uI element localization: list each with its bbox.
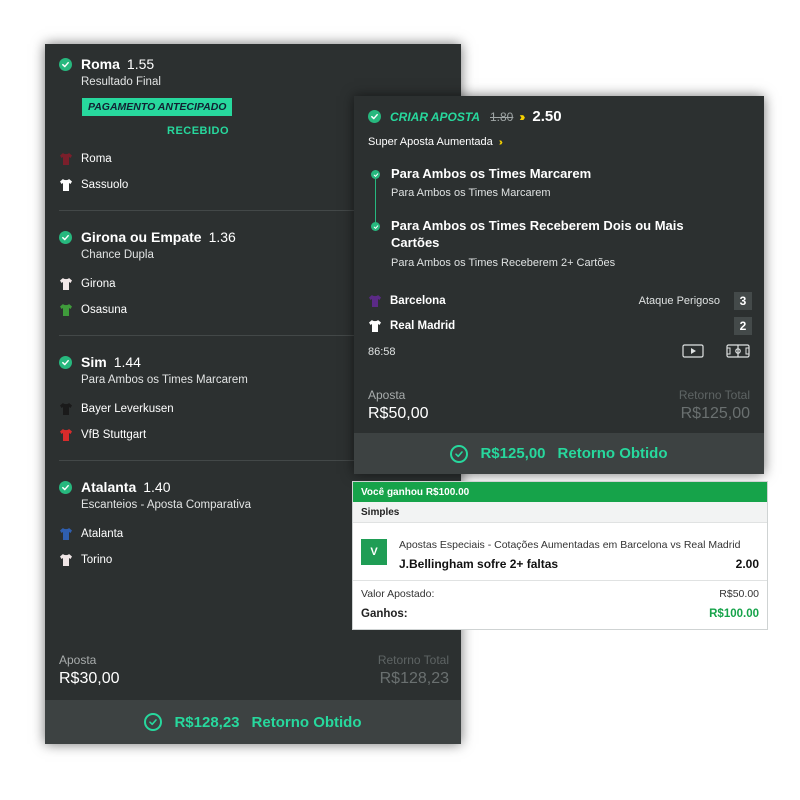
team-row: Sassuolo: [59, 178, 128, 192]
selection-odd: 1.40: [143, 479, 171, 495]
stake-label: Aposta: [59, 653, 97, 667]
check-icon: [368, 110, 381, 123]
shirt-icon: [368, 294, 382, 308]
team-row: Real Madrid: [368, 319, 455, 333]
check-icon: [371, 170, 380, 179]
team-name: Osasuna: [81, 304, 128, 316]
selection-1: Roma 1.55 Resultado Final: [59, 54, 461, 88]
selection-market: Resultado Final: [81, 76, 161, 88]
bet-builder-label: CRIAR APOSTA: [390, 109, 480, 124]
return-obtained-bar: R$128,23 Retorno Obtido: [45, 700, 461, 744]
away-team: Real Madrid: [390, 320, 456, 332]
selection-name: Roma: [81, 56, 120, 72]
check-icon: [59, 355, 72, 369]
leg-title: Para Ambos os Times Receberem Dois ou Ma…: [391, 218, 684, 250]
home-team: Barcelona: [390, 295, 446, 307]
play-video-icon[interactable]: [682, 344, 704, 358]
shirt-icon: [59, 428, 73, 442]
received-label: RECEBIDO: [167, 125, 230, 137]
winnings-row: Ganhos: R$100.00: [361, 608, 759, 620]
team-name: Atalanta: [81, 528, 124, 540]
leg-title: Para Ambos os Times Marcarem: [391, 166, 592, 181]
footer-amount: R$125,00: [480, 445, 546, 462]
selection-name: Girona ou Empate: [81, 229, 202, 245]
check-icon: [371, 222, 380, 231]
stake-label: Aposta: [368, 388, 406, 402]
shirt-icon: [59, 527, 73, 541]
footer-amount: R$128,23: [174, 713, 240, 731]
super-boost-label: Super Aposta Aumentada ›››: [368, 136, 510, 148]
footer-label: Retorno Obtido: [251, 713, 362, 731]
check-circle-icon: [144, 713, 163, 731]
original-odd: 1.80: [490, 109, 514, 124]
winnings-amount: R$100.00: [709, 608, 759, 620]
team-row: VfB Stuttgart: [59, 428, 146, 442]
return-amount: R$128,23: [379, 670, 449, 687]
team-name: Girona: [81, 278, 116, 290]
team-name: Bayer Leverkusen: [81, 403, 174, 415]
bet-type: Simples: [353, 502, 767, 523]
shirt-icon: [368, 319, 382, 333]
shirt-icon: [59, 277, 73, 291]
team-row: Barcelona: [368, 294, 446, 308]
shirt-icon: [59, 178, 73, 192]
check-circle-icon: [450, 444, 469, 463]
shirt-icon: [59, 553, 73, 567]
shirt-icon: [59, 402, 73, 416]
home-score: 3: [734, 292, 752, 310]
live-status: Ataque Perigoso: [638, 295, 720, 307]
win-receipt-card: Você ganhou R$100.00 Simples V Apostas E…: [352, 481, 768, 630]
boosted-odd: 2.50: [532, 108, 562, 125]
return-obtained-bar: R$125,00 Retorno Obtido: [354, 433, 764, 474]
shirt-icon: [59, 152, 73, 166]
team-row: Girona: [59, 277, 116, 291]
return-label: Retorno Total: [678, 388, 750, 402]
pitch-view-icon[interactable]: [726, 344, 750, 358]
stake-label: Valor Apostado:: [361, 588, 435, 600]
check-icon: [59, 230, 72, 244]
bet-odd: 2.00: [735, 557, 759, 571]
return-label: Retorno Total: [377, 653, 449, 667]
selection-name: Atalanta: [81, 479, 137, 495]
win-banner: Você ganhou R$100.00: [353, 482, 767, 502]
boost-chevrons-icon: ›››: [498, 137, 503, 148]
check-icon: [59, 57, 72, 71]
super-boost-text: Super Aposta Aumentada: [368, 136, 493, 148]
team-name: VfB Stuttgart: [81, 429, 147, 441]
boost-chevrons-icon: ›››: [519, 109, 525, 124]
win-status-badge: V: [361, 539, 387, 565]
check-icon: [59, 480, 72, 494]
away-score: 2: [734, 317, 752, 335]
timeline-line: [375, 179, 376, 224]
bet-builder-header: CRIAR APOSTA 1.80 ››› 2.50: [368, 108, 562, 125]
team-name: Roma: [81, 153, 112, 165]
leg-subtitle: Para Ambos os Times Marcarem: [391, 187, 551, 199]
winnings-label: Ganhos:: [361, 608, 408, 620]
return-amount: R$125,00: [680, 405, 750, 422]
match-clock: 86:58: [368, 346, 396, 358]
bet-selection: J.Bellingham sofre 2+ faltas: [399, 557, 559, 571]
team-row: Osasuna: [59, 303, 127, 317]
footer-label: Retorno Obtido: [557, 445, 668, 462]
selection-odd: 1.55: [126, 56, 155, 72]
bet-category: Apostas Especiais - Cotações Aumentadas …: [399, 539, 741, 551]
team-row: Torino: [59, 553, 112, 567]
selection-name: Sim: [81, 354, 107, 370]
team-row: Atalanta: [59, 527, 123, 541]
leg-subtitle: Para Ambos os Times Receberem 2+ Cartões: [391, 257, 616, 269]
stake-row: Valor Apostado: R$50.00: [361, 588, 759, 600]
selection-odd: 1.36: [208, 229, 236, 245]
selection-odd: 1.44: [113, 354, 141, 370]
stake-amount: R$50,00: [368, 405, 429, 422]
team-name: Torino: [81, 554, 113, 566]
shirt-icon: [59, 303, 73, 317]
divider: [353, 580, 767, 581]
stake-amount: R$50.00: [719, 588, 759, 600]
team-name: Sassuolo: [81, 179, 129, 191]
early-payout-badge: PAGAMENTO ANTECIPADO: [82, 98, 233, 116]
team-row: Roma: [59, 152, 112, 166]
stake-amount: R$30,00: [59, 670, 120, 687]
team-row: Bayer Leverkusen: [59, 402, 174, 416]
bet-builder-slip: CRIAR APOSTA 1.80 ››› 2.50 Super Aposta …: [354, 96, 764, 474]
